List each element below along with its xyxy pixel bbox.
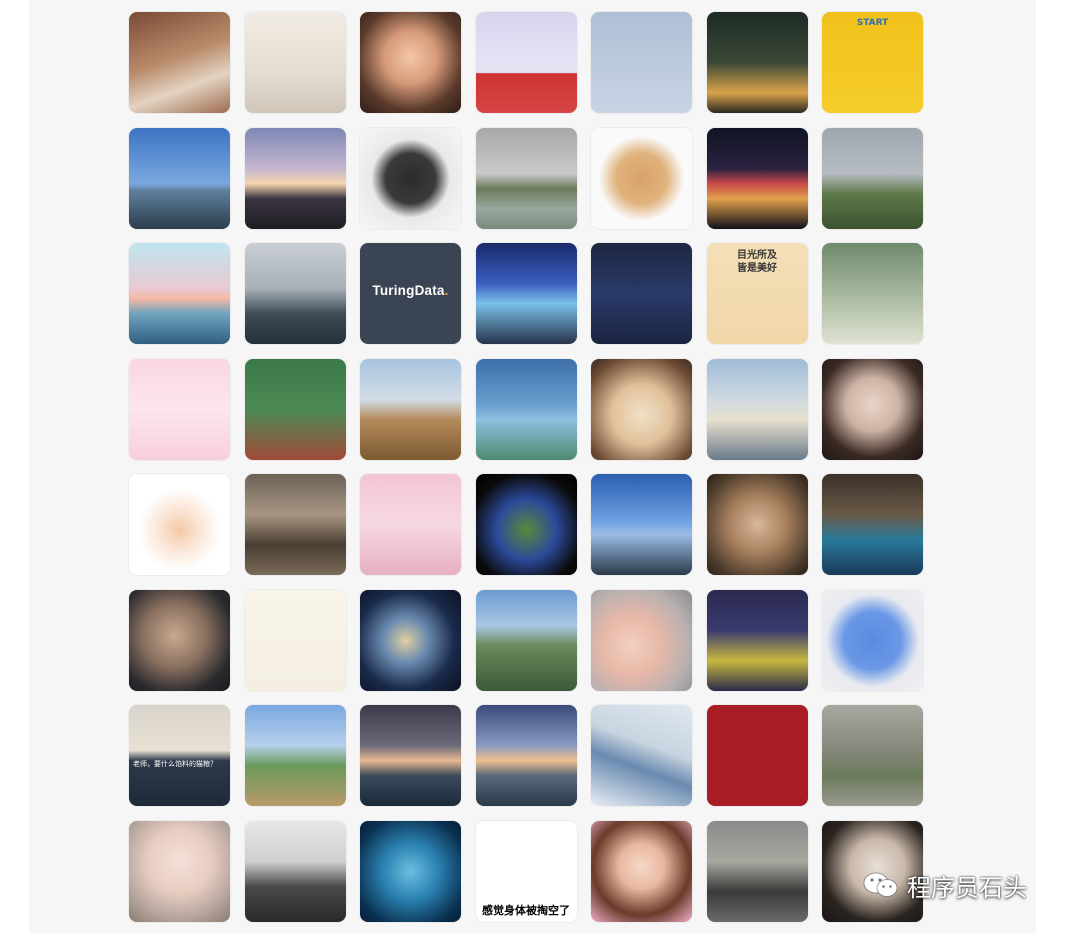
avatar-turingdata-logo[interactable]: TuringData. xyxy=(360,243,461,344)
avatar-skyscrapers-sky[interactable] xyxy=(591,474,692,575)
avatar-cat-breaking-wall[interactable] xyxy=(360,127,461,229)
avatar-girl-reading-chair[interactable] xyxy=(244,12,346,113)
avatar-anime-girl-portrait[interactable] xyxy=(591,820,692,922)
avatar-city-night-girl[interactable] xyxy=(706,12,808,113)
avatar-old-wall-windows[interactable] xyxy=(822,705,923,806)
avatar-car-neon-street[interactable] xyxy=(475,243,577,344)
avatar-anime-swordsman[interactable] xyxy=(591,12,692,113)
turingdata-logo-text: TuringData. xyxy=(372,283,449,298)
avatar-blue-smiley-pillow[interactable] xyxy=(822,589,923,691)
avatar-soldier-cartoon-green[interactable] xyxy=(475,474,577,575)
avatar-man-backpack-sea[interactable] xyxy=(244,243,346,344)
avatar-smiling-girl-red-hat[interactable] xyxy=(360,12,461,113)
avatar-sunset-sea-girl[interactable] xyxy=(360,705,461,806)
avatar-lighthouse-sea[interactable] xyxy=(129,127,230,229)
watermark-text: 程序员石头 xyxy=(907,873,1027,902)
watermark: 程序员石头 xyxy=(861,868,1027,902)
avatar-basketball-player[interactable] xyxy=(822,474,923,575)
rabbit-meme-text: 感觉身体被掏空了 xyxy=(482,903,570,917)
avatar-girl-close-up[interactable] xyxy=(706,474,808,575)
avatar-person-scooters[interactable] xyxy=(706,820,808,922)
avatar-mother-baby[interactable] xyxy=(591,589,692,691)
avatar-valley-mountains[interactable] xyxy=(475,589,577,691)
avatar-angry-dog-sticker[interactable] xyxy=(591,127,692,229)
wechat-icon xyxy=(863,872,898,897)
avatar-father-child-path[interactable] xyxy=(244,705,346,806)
avatar-whale-tail-sunset[interactable] xyxy=(129,243,230,344)
avatar-tower-night-skyline[interactable] xyxy=(706,127,808,229)
avatar-rabbit-meme[interactable]: 感觉身体被掏空了 xyxy=(475,820,577,922)
avatar-pig-figurines[interactable] xyxy=(129,820,230,922)
avatar-cartoon-pink-glasses[interactable] xyxy=(360,474,461,575)
cat-subtitle-text: 老师，要什么馅料的猫粮？ xyxy=(133,760,217,768)
avatar-line-art-couple[interactable] xyxy=(244,589,346,691)
avatar-bunny-flowers[interactable] xyxy=(129,358,230,460)
avatar-girl-sparkle-field[interactable] xyxy=(475,358,577,460)
avatar-face-shattered-glass[interactable] xyxy=(360,589,461,691)
start-sign-text: START xyxy=(856,18,889,28)
avatar-cat-subtitle[interactable]: 老师，要什么馅料的猫粮？ xyxy=(129,705,230,806)
avatar-grid: START TuringData. 目光所及 皆是美好 老师，要什么馅料的猫粮？ xyxy=(129,12,923,922)
avatar-woman-phone-selfie[interactable] xyxy=(129,589,230,691)
avatar-red-hammer-logo[interactable] xyxy=(706,705,808,806)
avatar-sunset-clouds[interactable] xyxy=(244,127,346,229)
avatar-foggy-lake-bridge[interactable] xyxy=(475,127,577,229)
avatar-two-boys-playing[interactable] xyxy=(706,358,808,460)
avatar-tigers-stack[interactable]: 目光所及 皆是美好 xyxy=(706,243,808,344)
avatar-warrior-horse[interactable] xyxy=(244,820,346,922)
avatar-green-hill-fog[interactable] xyxy=(822,127,923,229)
avatar-jumping-beach[interactable] xyxy=(475,705,577,806)
avatar-skiing-snow[interactable] xyxy=(591,705,692,806)
avatar-cartoon-girl-bun[interactable] xyxy=(129,474,230,575)
avatar-girl-cinema-seats[interactable] xyxy=(706,589,808,691)
tiger-caption: 目光所及 皆是美好 xyxy=(737,250,777,274)
avatar-man-yellow-frame[interactable]: START xyxy=(822,12,923,113)
avatar-girl-portrait[interactable] xyxy=(822,358,923,460)
avatar-rider-helmet[interactable] xyxy=(591,243,692,344)
avatar-blue-bokeh[interactable] xyxy=(360,820,461,922)
avatar-shiba-flower-crown[interactable] xyxy=(591,358,692,460)
avatar-girl-grassland[interactable] xyxy=(360,358,461,460)
avatar-cartoon-boy-red-scarf[interactable] xyxy=(475,12,577,113)
avatar-man-in-reeds[interactable] xyxy=(129,12,230,113)
avatar-snow-cat-fence[interactable] xyxy=(244,474,346,575)
avatar-girl-hanfu-green[interactable] xyxy=(822,243,923,344)
avatar-boy-skateboard-cartoon[interactable] xyxy=(244,358,346,460)
